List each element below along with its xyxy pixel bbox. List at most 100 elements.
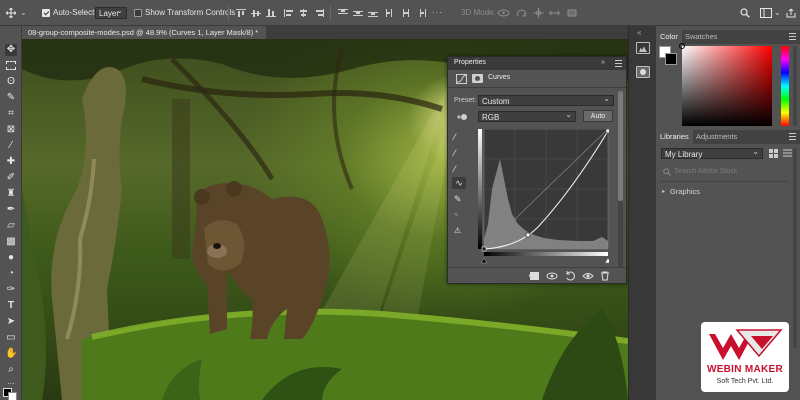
properties-toggle-icon[interactable] <box>636 66 650 78</box>
reset-icon[interactable] <box>564 271 576 281</box>
3d-orbit-icon[interactable] <box>497 8 510 18</box>
tab-swatches[interactable]: Swatches <box>681 30 722 44</box>
grid-view-icon[interactable] <box>769 149 779 159</box>
collapse-strip-icon[interactable]: « <box>637 28 641 37</box>
marquee-tool-icon[interactable] <box>5 60 17 72</box>
libraries-panel-tabs: Libraries Adjustments <box>656 130 800 144</box>
channel-dropdown[interactable]: RGB <box>478 109 576 122</box>
clipping-warning-icon[interactable]: ⚠ <box>454 225 461 237</box>
share-icon[interactable] <box>786 8 796 18</box>
show-transform-checkbox[interactable] <box>134 9 142 17</box>
panel-scrollbar[interactable] <box>618 91 623 267</box>
libraries-panel-menu-icon[interactable] <box>789 133 796 140</box>
3d-slide-icon[interactable] <box>549 8 560 18</box>
search-icon <box>663 168 671 176</box>
preset-dropdown[interactable]: Custom <box>478 93 614 106</box>
healing-brush-tool-icon[interactable]: ✚ <box>5 156 17 168</box>
clone-stamp-tool-icon[interactable]: ♜ <box>5 188 17 200</box>
brand-name: WEBIN MAKER <box>706 364 784 375</box>
targeted-adjustment-icon[interactable] <box>456 112 468 122</box>
edit-points-icon[interactable]: ∿ <box>452 177 466 189</box>
distribute-horizontal-center-icon[interactable] <box>401 9 411 17</box>
collapse-panel-icon[interactable]: » <box>601 57 605 69</box>
more-options-icon[interactable]: ··· <box>432 0 443 26</box>
color-panel-menu-icon[interactable] <box>789 33 796 40</box>
type-tool-icon[interactable]: T <box>5 300 17 312</box>
tab-libraries[interactable]: Libraries <box>656 130 693 144</box>
smooth-curve-icon[interactable]: ≈ <box>454 209 458 221</box>
pen-tool-icon[interactable]: ✑ <box>5 284 17 296</box>
gradient-tool-icon[interactable]: ▩ <box>5 236 17 248</box>
frame-tool-icon[interactable]: ⊠ <box>5 124 17 136</box>
move-tool-icon[interactable]: ✥ <box>5 44 17 56</box>
properties-panel: Properties » Curves Preset: Custom RGB A… <box>447 56 627 284</box>
tool-preset-chevron-icon[interactable]: ⌄ <box>20 0 27 26</box>
auto-select-checkbox[interactable] <box>42 9 50 17</box>
align-left-icon[interactable] <box>284 9 294 17</box>
histogram-icon[interactable] <box>636 42 650 54</box>
3d-scale-icon[interactable] <box>566 8 578 18</box>
tab-color[interactable]: Color <box>656 30 682 44</box>
libraries-scrollbar[interactable] <box>793 148 797 348</box>
sample-black-icon[interactable]: ⁄ <box>454 131 456 143</box>
blur-tool-icon[interactable]: ● <box>5 252 17 264</box>
curves-graph[interactable] <box>478 129 609 264</box>
dodge-tool-icon[interactable]: ◔ <box>5 268 17 280</box>
workspace-icon[interactable] <box>760 8 772 18</box>
background-color-swatch[interactable] <box>8 392 17 400</box>
quick-selection-tool-icon[interactable]: ✎ <box>5 92 17 104</box>
color-field[interactable] <box>679 43 772 126</box>
library-dropdown[interactable]: My Library <box>661 146 763 159</box>
sample-white-icon[interactable]: ⁄ <box>454 163 456 175</box>
align-horizontal-center-icon[interactable] <box>299 9 309 17</box>
divider <box>448 267 626 268</box>
divider <box>660 181 788 182</box>
visibility-eye-icon[interactable] <box>582 271 594 281</box>
distribute-right-icon[interactable] <box>416 9 426 17</box>
eyedropper-tool-icon[interactable]: ⁄ <box>5 140 17 152</box>
zoom-tool-icon[interactable]: ⌕ <box>5 364 17 376</box>
distribute-bottom-icon[interactable] <box>368 9 378 17</box>
path-selection-tool-icon[interactable]: ➤ <box>5 316 17 328</box>
rectangle-tool-icon[interactable]: ▭ <box>5 332 17 344</box>
distribute-vertical-center-icon[interactable] <box>353 9 363 17</box>
lasso-tool-icon[interactable]: ʘ <box>5 76 17 88</box>
3d-pan-icon[interactable] <box>533 8 544 18</box>
auto-button[interactable]: Auto <box>583 110 613 122</box>
align-right-icon[interactable] <box>314 9 324 17</box>
sample-gray-icon[interactable]: ⁄ <box>454 147 456 159</box>
auto-select-target-dropdown[interactable]: Layer <box>95 5 127 19</box>
eraser-tool-icon[interactable]: ▱ <box>5 220 17 232</box>
history-brush-tool-icon[interactable]: ✒ <box>5 204 17 216</box>
crop-tool-icon[interactable]: ⌗ <box>5 108 17 120</box>
document-tab[interactable]: 08-group-composite-modes.psd @ 48.9% (Cu… <box>22 26 267 39</box>
curves-adjustment-icon <box>456 74 467 84</box>
draw-curve-icon[interactable]: ✎ <box>454 193 462 205</box>
panel-menu-icon[interactable] <box>615 60 622 67</box>
align-vertical-center-icon[interactable] <box>251 9 261 17</box>
stock-search-input[interactable]: Search Adobe Stock <box>674 166 784 177</box>
properties-header: Properties » <box>448 57 626 70</box>
color-scrollbar[interactable] <box>793 46 797 126</box>
background-swatch[interactable] <box>665 53 677 65</box>
list-view-icon[interactable] <box>783 149 793 159</box>
webin-maker-logo <box>709 329 783 360</box>
delete-icon[interactable] <box>600 271 610 281</box>
distribute-top-icon[interactable] <box>338 9 348 17</box>
distribute-left-icon[interactable] <box>386 9 396 17</box>
workspace-chevron-icon[interactable]: ⌄ <box>774 0 781 26</box>
layer-mask-icon[interactable] <box>472 74 483 83</box>
3d-roll-icon[interactable] <box>516 8 527 18</box>
brush-tool-icon[interactable]: ✐ <box>5 172 17 184</box>
align-top-icon[interactable] <box>236 9 246 17</box>
document-tab-title: 08-group-composite-modes.psd @ 48.9% (Cu… <box>28 28 259 37</box>
align-bottom-icon[interactable] <box>266 9 276 17</box>
clip-to-layer-icon[interactable] <box>528 271 540 281</box>
hand-tool-icon[interactable]: ✋ <box>5 348 17 360</box>
expand-section-icon[interactable]: ▸ <box>662 188 665 195</box>
search-icon[interactable] <box>740 8 750 18</box>
view-previous-state-icon[interactable] <box>546 271 558 281</box>
hue-slider[interactable] <box>781 46 789 126</box>
move-tool-icon[interactable] <box>6 8 16 18</box>
tab-adjustments[interactable]: Adjustments <box>692 130 741 144</box>
